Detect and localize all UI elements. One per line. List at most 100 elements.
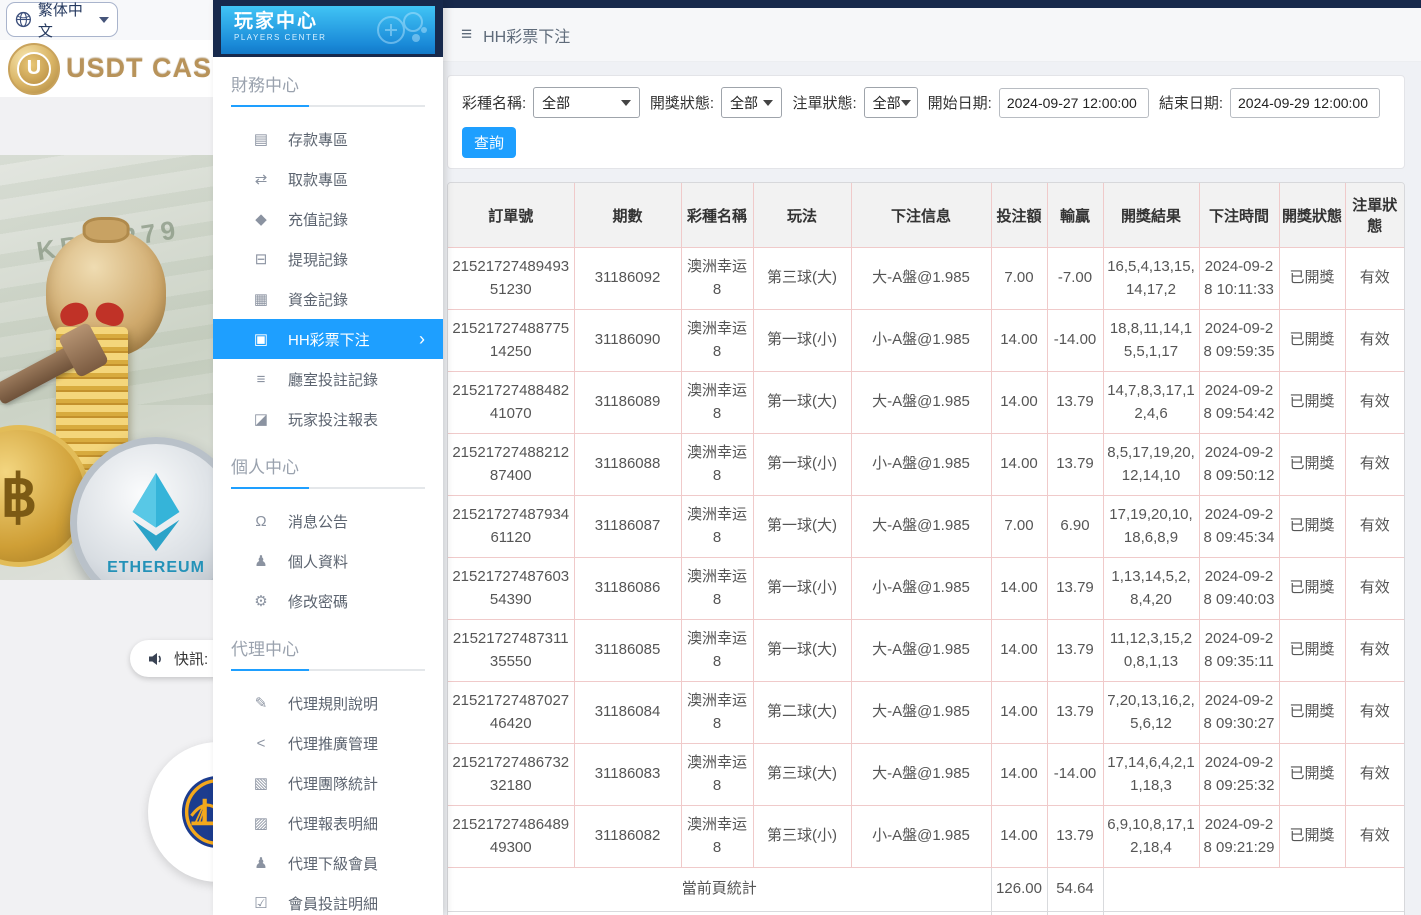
ticker-label: 快訊: — [174, 648, 208, 669]
agent-rules-icon: ✎ — [251, 694, 271, 712]
cell-draw-status: 已開獎 — [1279, 744, 1345, 806]
sidebar-item-agent-members[interactable]: ♟代理下級會員 — [213, 843, 443, 883]
cell-draw-status: 已開獎 — [1279, 248, 1345, 310]
sidebar-header: 玩家中心 PLAYERS CENTER — [213, 0, 443, 57]
cell-period: 31186087 — [574, 496, 681, 558]
table-row: 215217274884824107031186089澳洲幸运8第一球(大)大-… — [448, 372, 1404, 434]
gamepad-icon — [363, 8, 433, 54]
cell-play: 第一球(大) — [753, 496, 851, 558]
column-header-draw-status: 開獎狀態 — [1279, 183, 1345, 248]
bets-table-panel: 訂單號期數彩種名稱玩法下注信息投注額輸贏開獎結果下注時間開獎狀態注單狀態 215… — [447, 182, 1405, 915]
cell-period: 31186089 — [574, 372, 681, 434]
cell-order-no: 2152172748793461120 — [448, 496, 574, 558]
sidebar-section-title: 代理中心 — [231, 635, 425, 660]
draw-status-select[interactable]: 全部 — [721, 87, 782, 118]
table-row: 215217274879346112031186087澳洲幸运8第一球(大)大-… — [448, 496, 1404, 558]
table-row: 215217274864894930031186082澳洲幸运8第三球(小)小-… — [448, 806, 1404, 868]
sidebar-menu: 財務中心▤存款專區⇄取款專區◆充值記錄⊟提現記錄▦資金記錄▣HH彩票下注›≡廳室… — [213, 71, 443, 915]
breadcrumb-bar: ≡ HH彩票下注 — [443, 8, 1421, 62]
profile-icon: ♟ — [251, 552, 271, 570]
sidebar-item-member-bet-detail[interactable]: ☑會員投註明細 — [213, 883, 443, 915]
language-selector[interactable]: 繁体中文 — [6, 2, 118, 37]
sidebar-item-agent-promotion[interactable]: <代理推廣管理 — [213, 723, 443, 763]
cell-win-loss: -14.00 — [1047, 310, 1103, 372]
search-button[interactable]: 查詢 — [462, 127, 516, 158]
cell-win-loss: 13.79 — [1047, 558, 1103, 620]
sidebar-item-lottery-bet[interactable]: ▣HH彩票下注› — [213, 319, 443, 359]
sidebar-item-deposit[interactable]: ▤存款專區 — [213, 119, 443, 159]
sidebar-item-password[interactable]: ⚙修改密碼 — [213, 581, 443, 621]
start-date-input[interactable] — [999, 88, 1149, 118]
cell-bet-info: 大-A盤@1.985 — [851, 248, 991, 310]
sidebar-item-withdraw[interactable]: ⇄取款專區 — [213, 159, 443, 199]
cell-period: 31186086 — [574, 558, 681, 620]
table-row: 215217274873113555031186085澳洲幸运8第一球(大)大-… — [448, 620, 1404, 682]
cell-win-loss: 13.79 — [1047, 372, 1103, 434]
cell-lottery-name: 澳洲幸运8 — [681, 620, 753, 682]
sidebar-item-player-bet-report[interactable]: ◪玩家投注報表 — [213, 399, 443, 439]
cell-period: 31186090 — [574, 310, 681, 372]
end-date-input[interactable] — [1230, 88, 1380, 118]
sidebar-item-hall-bet-record[interactable]: ≡廳室投註記錄 — [213, 359, 443, 399]
sidebar-item-agent-team-stats[interactable]: ▧代理團隊統計 — [213, 763, 443, 803]
sidebar-item-funds-record[interactable]: ▦資金記錄 — [213, 279, 443, 319]
cell-win-loss: 13.79 — [1047, 806, 1103, 868]
total-summary-label: 總統計 — [448, 911, 991, 915]
cell-order-no: 2152172748949351230 — [448, 248, 574, 310]
cell-win-loss: -7.00 — [1047, 248, 1103, 310]
cell-bet-info: 大-A盤@1.985 — [851, 496, 991, 558]
column-header-bet-info: 下注信息 — [851, 183, 991, 248]
cell-bet-time: 2024-09-28 10:11:33 — [1199, 248, 1279, 310]
cell-draw-result: 6,9,10,8,17,12,18,4 — [1103, 806, 1199, 868]
sidebar-item-announcement[interactable]: Ω消息公告 — [213, 501, 443, 541]
cell-win-loss: 13.79 — [1047, 682, 1103, 744]
sidebar-item-label: 個人資料 — [288, 551, 348, 572]
sidebar-item-recharge-record[interactable]: ◆充值記錄 — [213, 199, 443, 239]
sidebar-item-label: 會員投註明細 — [288, 893, 378, 914]
hamburger-menu-icon[interactable]: ≡ — [461, 25, 472, 44]
page-summary-spacer — [1103, 868, 1404, 912]
column-header-draw-result: 開獎結果 — [1103, 183, 1199, 248]
table-row: 215217274870274642031186084澳洲幸运8第二球(大)大-… — [448, 682, 1404, 744]
sidebar-item-agent-rules[interactable]: ✎代理規則說明 — [213, 683, 443, 723]
cell-bet-time: 2024-09-28 09:35:11 — [1199, 620, 1279, 682]
sidebar: 玩家中心 PLAYERS CENTER 財務中心▤存款專區⇄取款專區◆充值記錄⊟… — [213, 0, 443, 915]
withdraw-icon: ⇄ — [251, 170, 271, 188]
sidebar-item-label: 廳室投註記錄 — [288, 369, 378, 390]
column-header-period: 期數 — [574, 183, 681, 248]
cell-bet-info: 大-A盤@1.985 — [851, 744, 991, 806]
sidebar-item-label: 充值記錄 — [288, 209, 348, 230]
cell-bet-time: 2024-09-28 09:30:27 — [1199, 682, 1279, 744]
speaker-icon — [147, 650, 165, 668]
chevron-right-icon: › — [419, 329, 425, 350]
cell-lottery-name: 澳洲幸运8 — [681, 310, 753, 372]
cell-lottery-name: 澳洲幸运8 — [681, 372, 753, 434]
sidebar-item-label: 消息公告 — [288, 511, 348, 532]
cell-draw-status: 已開獎 — [1279, 806, 1345, 868]
sidebar-item-profile[interactable]: ♟ 個人資料 — [213, 541, 443, 581]
cell-draw-status: 已開獎 — [1279, 372, 1345, 434]
brand-logo-icon[interactable]: U — [8, 43, 60, 95]
withdrawal-record-icon: ⊟ — [251, 250, 271, 268]
cell-bet-time: 2024-09-28 09:59:35 — [1199, 310, 1279, 372]
sidebar-item-agent-report-detail[interactable]: ▨代理報表明細 — [213, 803, 443, 843]
deposit-icon: ▤ — [251, 130, 271, 148]
cell-play: 第三球(大) — [753, 744, 851, 806]
cell-order-no: 2152172748760354390 — [448, 558, 574, 620]
cell-lottery-name: 澳洲幸运8 — [681, 434, 753, 496]
filter-row: 彩種名稱: 全部 開獎狀態: 全部 注單狀態: 全部 開始日期: 結束日期: — [462, 87, 1390, 118]
cell-period: 31186088 — [574, 434, 681, 496]
cell-bet-time: 2024-09-28 09:40:03 — [1199, 558, 1279, 620]
sidebar-item-withdrawal-record[interactable]: ⊟提現記錄 — [213, 239, 443, 279]
sidebar-section-underline — [231, 105, 425, 107]
order-status-select[interactable]: 全部 — [864, 87, 918, 118]
sidebar-item-label: 資金記錄 — [288, 289, 348, 310]
column-header-amount: 投注額 — [991, 183, 1047, 248]
bets-table: 訂單號期數彩種名稱玩法下注信息投注額輸贏開獎結果下注時間開獎狀態注單狀態 215… — [448, 183, 1404, 915]
lottery-name-select[interactable]: 全部 — [533, 87, 640, 118]
column-header-win-loss: 輸贏 — [1047, 183, 1103, 248]
total-summary-winloss: 54.64 — [1047, 911, 1103, 915]
cell-draw-result: 11,12,3,15,20,8,1,13 — [1103, 620, 1199, 682]
top-strip — [443, 0, 1421, 8]
cell-bet-time: 2024-09-28 09:45:34 — [1199, 496, 1279, 558]
